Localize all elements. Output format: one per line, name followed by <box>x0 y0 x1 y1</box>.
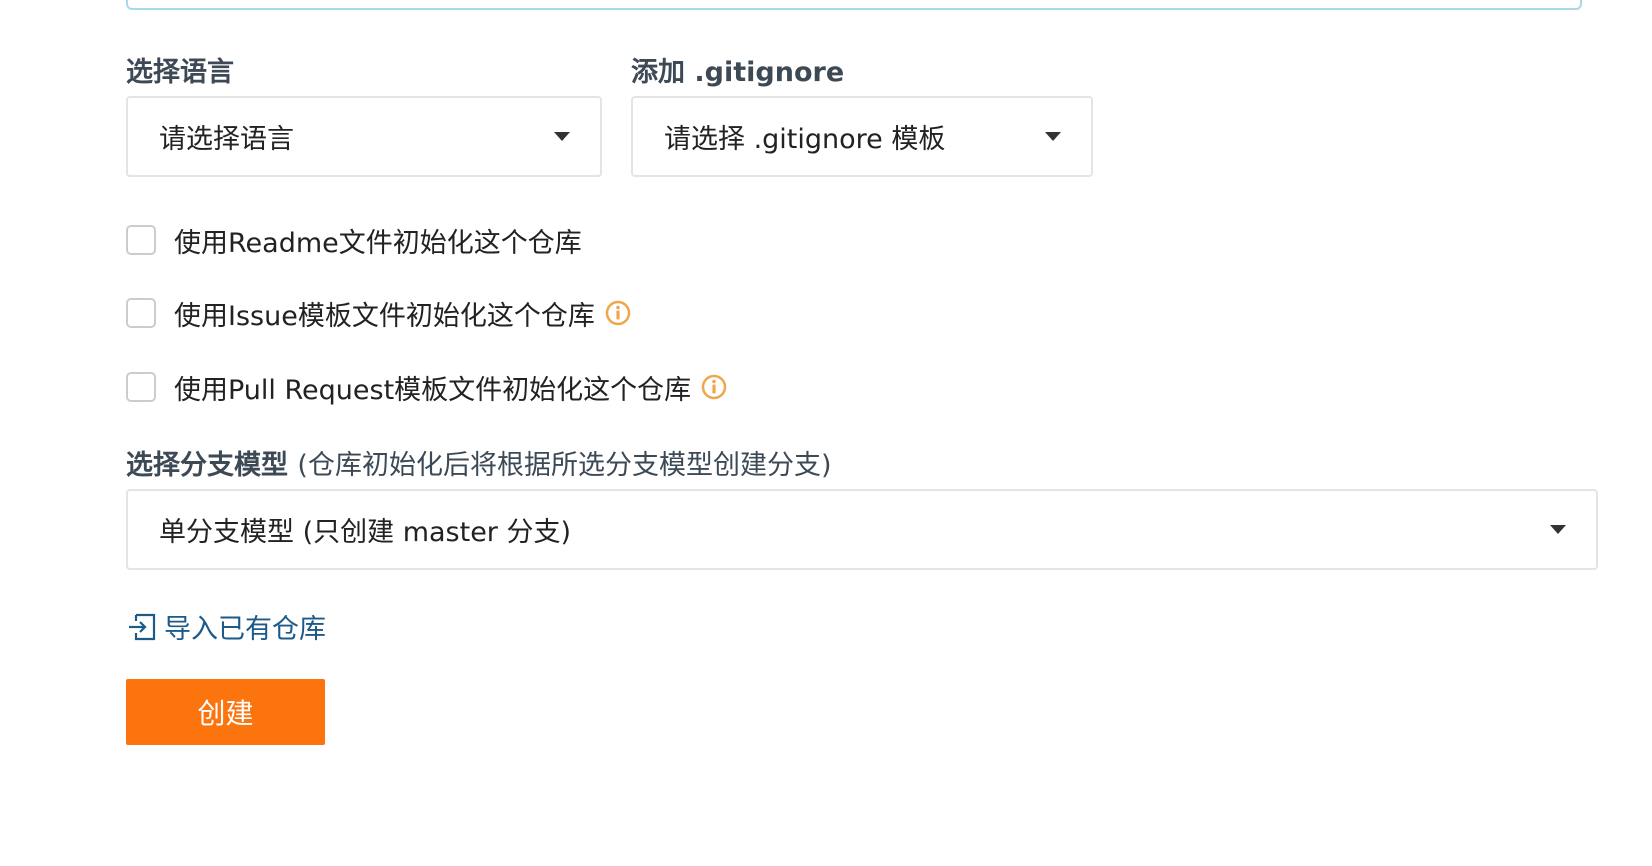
info-circle-icon[interactable] <box>605 300 631 326</box>
readme-option[interactable]: 使用Readme文件初始化这个仓库 <box>126 222 582 259</box>
caret-down-icon <box>554 132 570 141</box>
language-select[interactable]: 请选择语言 <box>126 96 602 177</box>
gitignore-select-value: 请选择 .gitignore 模板 <box>664 124 946 155</box>
language-select-value: 请选择语言 <box>159 124 294 155</box>
pull-request-template-option[interactable]: 使用Pull Request模板文件初始化这个仓库 <box>126 369 727 406</box>
info-circle-icon[interactable] <box>701 374 727 400</box>
issue-template-checkbox[interactable] <box>126 298 156 328</box>
branch-model-label: 选择分支模型 (仓库初始化后将根据所选分支模型创建分支) <box>126 443 831 482</box>
import-icon <box>129 613 156 640</box>
pull-request-template-checkbox[interactable] <box>126 372 156 402</box>
create-button[interactable]: 创建 <box>126 679 325 745</box>
gitignore-select[interactable]: 请选择 .gitignore 模板 <box>631 96 1093 177</box>
create-repository-form: 选择语言 请选择语言 添加 .gitignore 请选择 .gitignore … <box>0 0 1652 866</box>
caret-down-icon <box>1550 525 1566 534</box>
import-repository-link[interactable]: 导入已有仓库 <box>126 607 326 646</box>
pull-request-template-option-label: 使用Pull Request模板文件初始化这个仓库 <box>174 374 692 406</box>
import-repository-label: 导入已有仓库 <box>164 614 326 645</box>
issue-template-option-label: 使用Issue模板文件初始化这个仓库 <box>174 300 595 332</box>
issue-template-option[interactable]: 使用Issue模板文件初始化这个仓库 <box>126 295 631 332</box>
language-label: 选择语言 <box>126 57 234 88</box>
branch-model-select[interactable]: 单分支模型 (只创建 master 分支) <box>126 489 1598 570</box>
branch-model-select-value: 单分支模型 (只创建 master 分支) <box>159 517 572 548</box>
branch-model-title: 选择分支模型 <box>126 450 288 481</box>
readme-option-label: 使用Readme文件初始化这个仓库 <box>174 227 582 259</box>
caret-down-icon <box>1045 132 1061 141</box>
gitignore-label: 添加 .gitignore <box>631 57 845 88</box>
readme-checkbox[interactable] <box>126 225 156 255</box>
branch-model-hint: (仓库初始化后将根据所选分支模型创建分支) <box>297 450 832 481</box>
previous-input-field[interactable] <box>126 0 1582 10</box>
